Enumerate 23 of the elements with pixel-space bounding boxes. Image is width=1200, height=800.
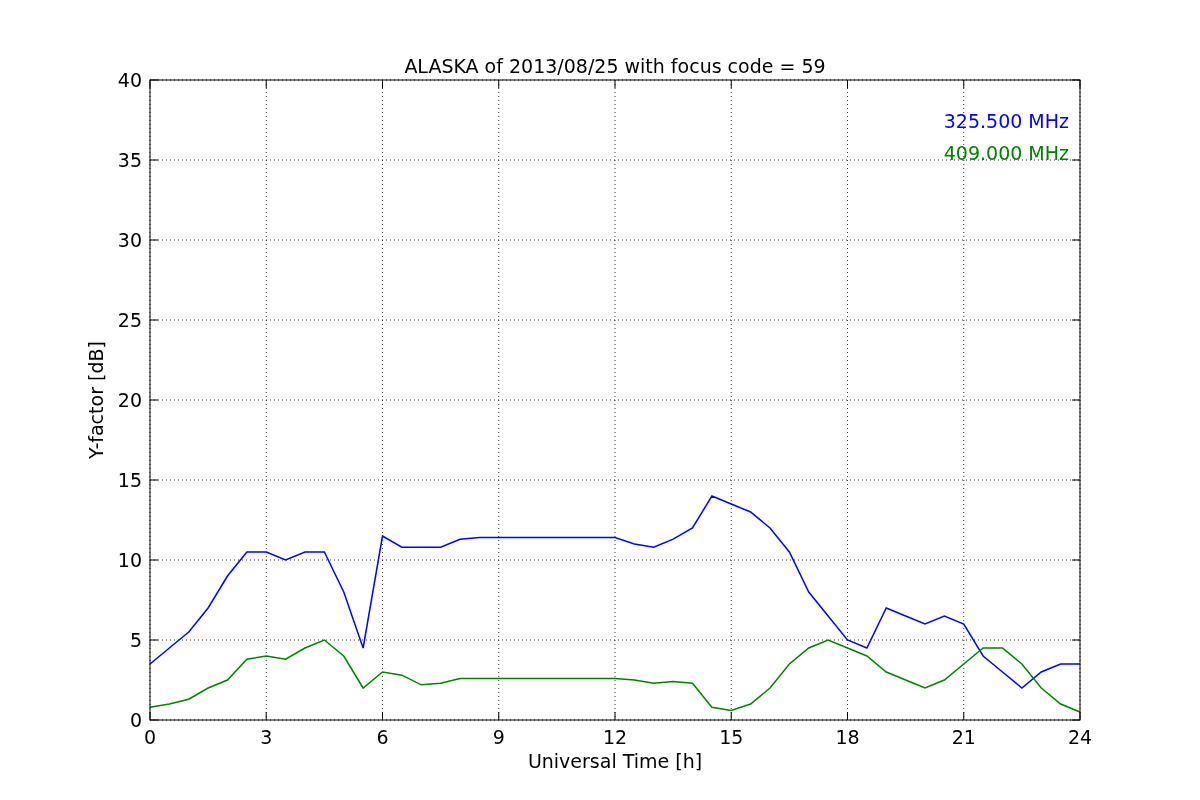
- x-tick-label: 24: [1067, 726, 1093, 748]
- y-tick-label: 20: [117, 389, 142, 411]
- x-tick-label: 18: [835, 726, 860, 748]
- x-tick-label: 12: [602, 726, 628, 748]
- y-tick-label: 25: [117, 309, 142, 331]
- x-tick-label: 9: [492, 726, 505, 748]
- y-tick-label: 10: [117, 549, 142, 571]
- x-axis-label: Universal Time [h]: [527, 750, 703, 772]
- y-tick-label: 35: [117, 149, 142, 171]
- y-tick-label: 0: [129, 709, 142, 731]
- series-label: 409.000 MHz: [943, 142, 1069, 164]
- y-tick-label: 15: [117, 469, 142, 491]
- x-tick-label: 6: [376, 726, 389, 748]
- chart-title: ALASKA of 2013/08/25 with focus code = 59: [404, 55, 826, 77]
- x-tick-label: 3: [260, 726, 273, 748]
- x-tick-label: 21: [951, 726, 976, 748]
- y-axis-label: Y-factor [dB]: [85, 341, 107, 459]
- y-tick-label: 40: [117, 69, 142, 91]
- x-tick-label: 15: [719, 726, 744, 748]
- y-tick-label: 5: [129, 629, 142, 651]
- y-tick-label: 30: [117, 229, 142, 251]
- series-label: 325.500 MHz: [943, 110, 1069, 132]
- x-tick-label: 0: [143, 726, 157, 748]
